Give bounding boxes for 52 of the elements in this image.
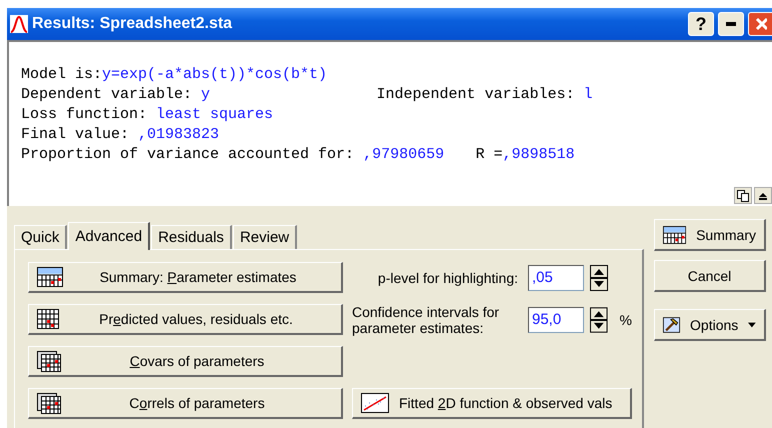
tab[interactable]: Review [232, 225, 298, 249]
output-label: Loss function: [21, 106, 148, 123]
output-label: Final value: [21, 126, 130, 143]
output-label: Model is: [21, 66, 102, 83]
close-icon [754, 17, 766, 31]
tab[interactable]: Quick [14, 225, 68, 249]
setting-field[interactable]: ,05 [528, 264, 584, 290]
help-button[interactable]: ? [688, 12, 714, 36]
output-value: least squares [156, 106, 274, 123]
copy-button[interactable] [734, 187, 752, 204]
options-button[interactable]: Options [654, 309, 766, 341]
table-icon [663, 224, 686, 244]
tables-icon [37, 392, 61, 414]
output-value: y=exp(-a*abs(t))*cos(b*t) [102, 66, 328, 83]
tab[interactable]: Advanced [68, 222, 150, 250]
copy-icon [737, 190, 749, 202]
tables-icon [37, 350, 61, 372]
output-label: Dependent variable: [21, 86, 194, 103]
spin-buttons[interactable] [590, 306, 608, 332]
table-icon [37, 309, 59, 329]
window-title: Results: Spreadsheet2.sta [32, 15, 234, 33]
setting-label: p-level for highlighting: [376, 270, 518, 286]
result-button[interactable]: Summary: Parameter estimates [28, 262, 343, 293]
minimize-icon [726, 22, 736, 26]
spin-buttons[interactable] [590, 264, 608, 290]
summary-button[interactable]: Summary [654, 219, 766, 251]
close-button[interactable] [748, 12, 772, 36]
collapse-button[interactable] [754, 187, 772, 204]
tab[interactable]: Residuals [151, 225, 232, 249]
output-label: Independent variables: [376, 86, 576, 103]
result-button[interactable]: Covars of parameters [28, 346, 343, 377]
setting-field[interactable]: 95,0 [528, 306, 584, 332]
scatter-line-icon [361, 393, 389, 413]
output-label: Proportion of variance accounted for: [21, 146, 356, 163]
cancel-button[interactable]: Cancel [654, 260, 766, 292]
result-button[interactable]: Correls of parameters [28, 388, 343, 419]
table-icon [37, 267, 63, 287]
result-button[interactable]: Predicted values, residuals etc. [28, 304, 343, 335]
unit-label: % [620, 312, 632, 328]
hammer-icon [663, 314, 680, 334]
setting-label: Confidence intervals for parameter estimates: [352, 304, 500, 336]
output-value: ,01983823 [138, 126, 220, 143]
caret-icon [748, 322, 756, 328]
up-arrow-icon [759, 192, 767, 200]
output-value: y [201, 86, 210, 103]
minimize-button[interactable] [718, 12, 744, 36]
output-value: ,97980659 [363, 146, 444, 163]
output-label: R = [476, 146, 503, 163]
plot-button[interactable]: Fitted 2D function & observed vals [352, 388, 632, 419]
output-value: l [584, 86, 593, 103]
output-value: ,9898518 [502, 146, 575, 163]
bell-curve-icon [10, 15, 28, 33]
